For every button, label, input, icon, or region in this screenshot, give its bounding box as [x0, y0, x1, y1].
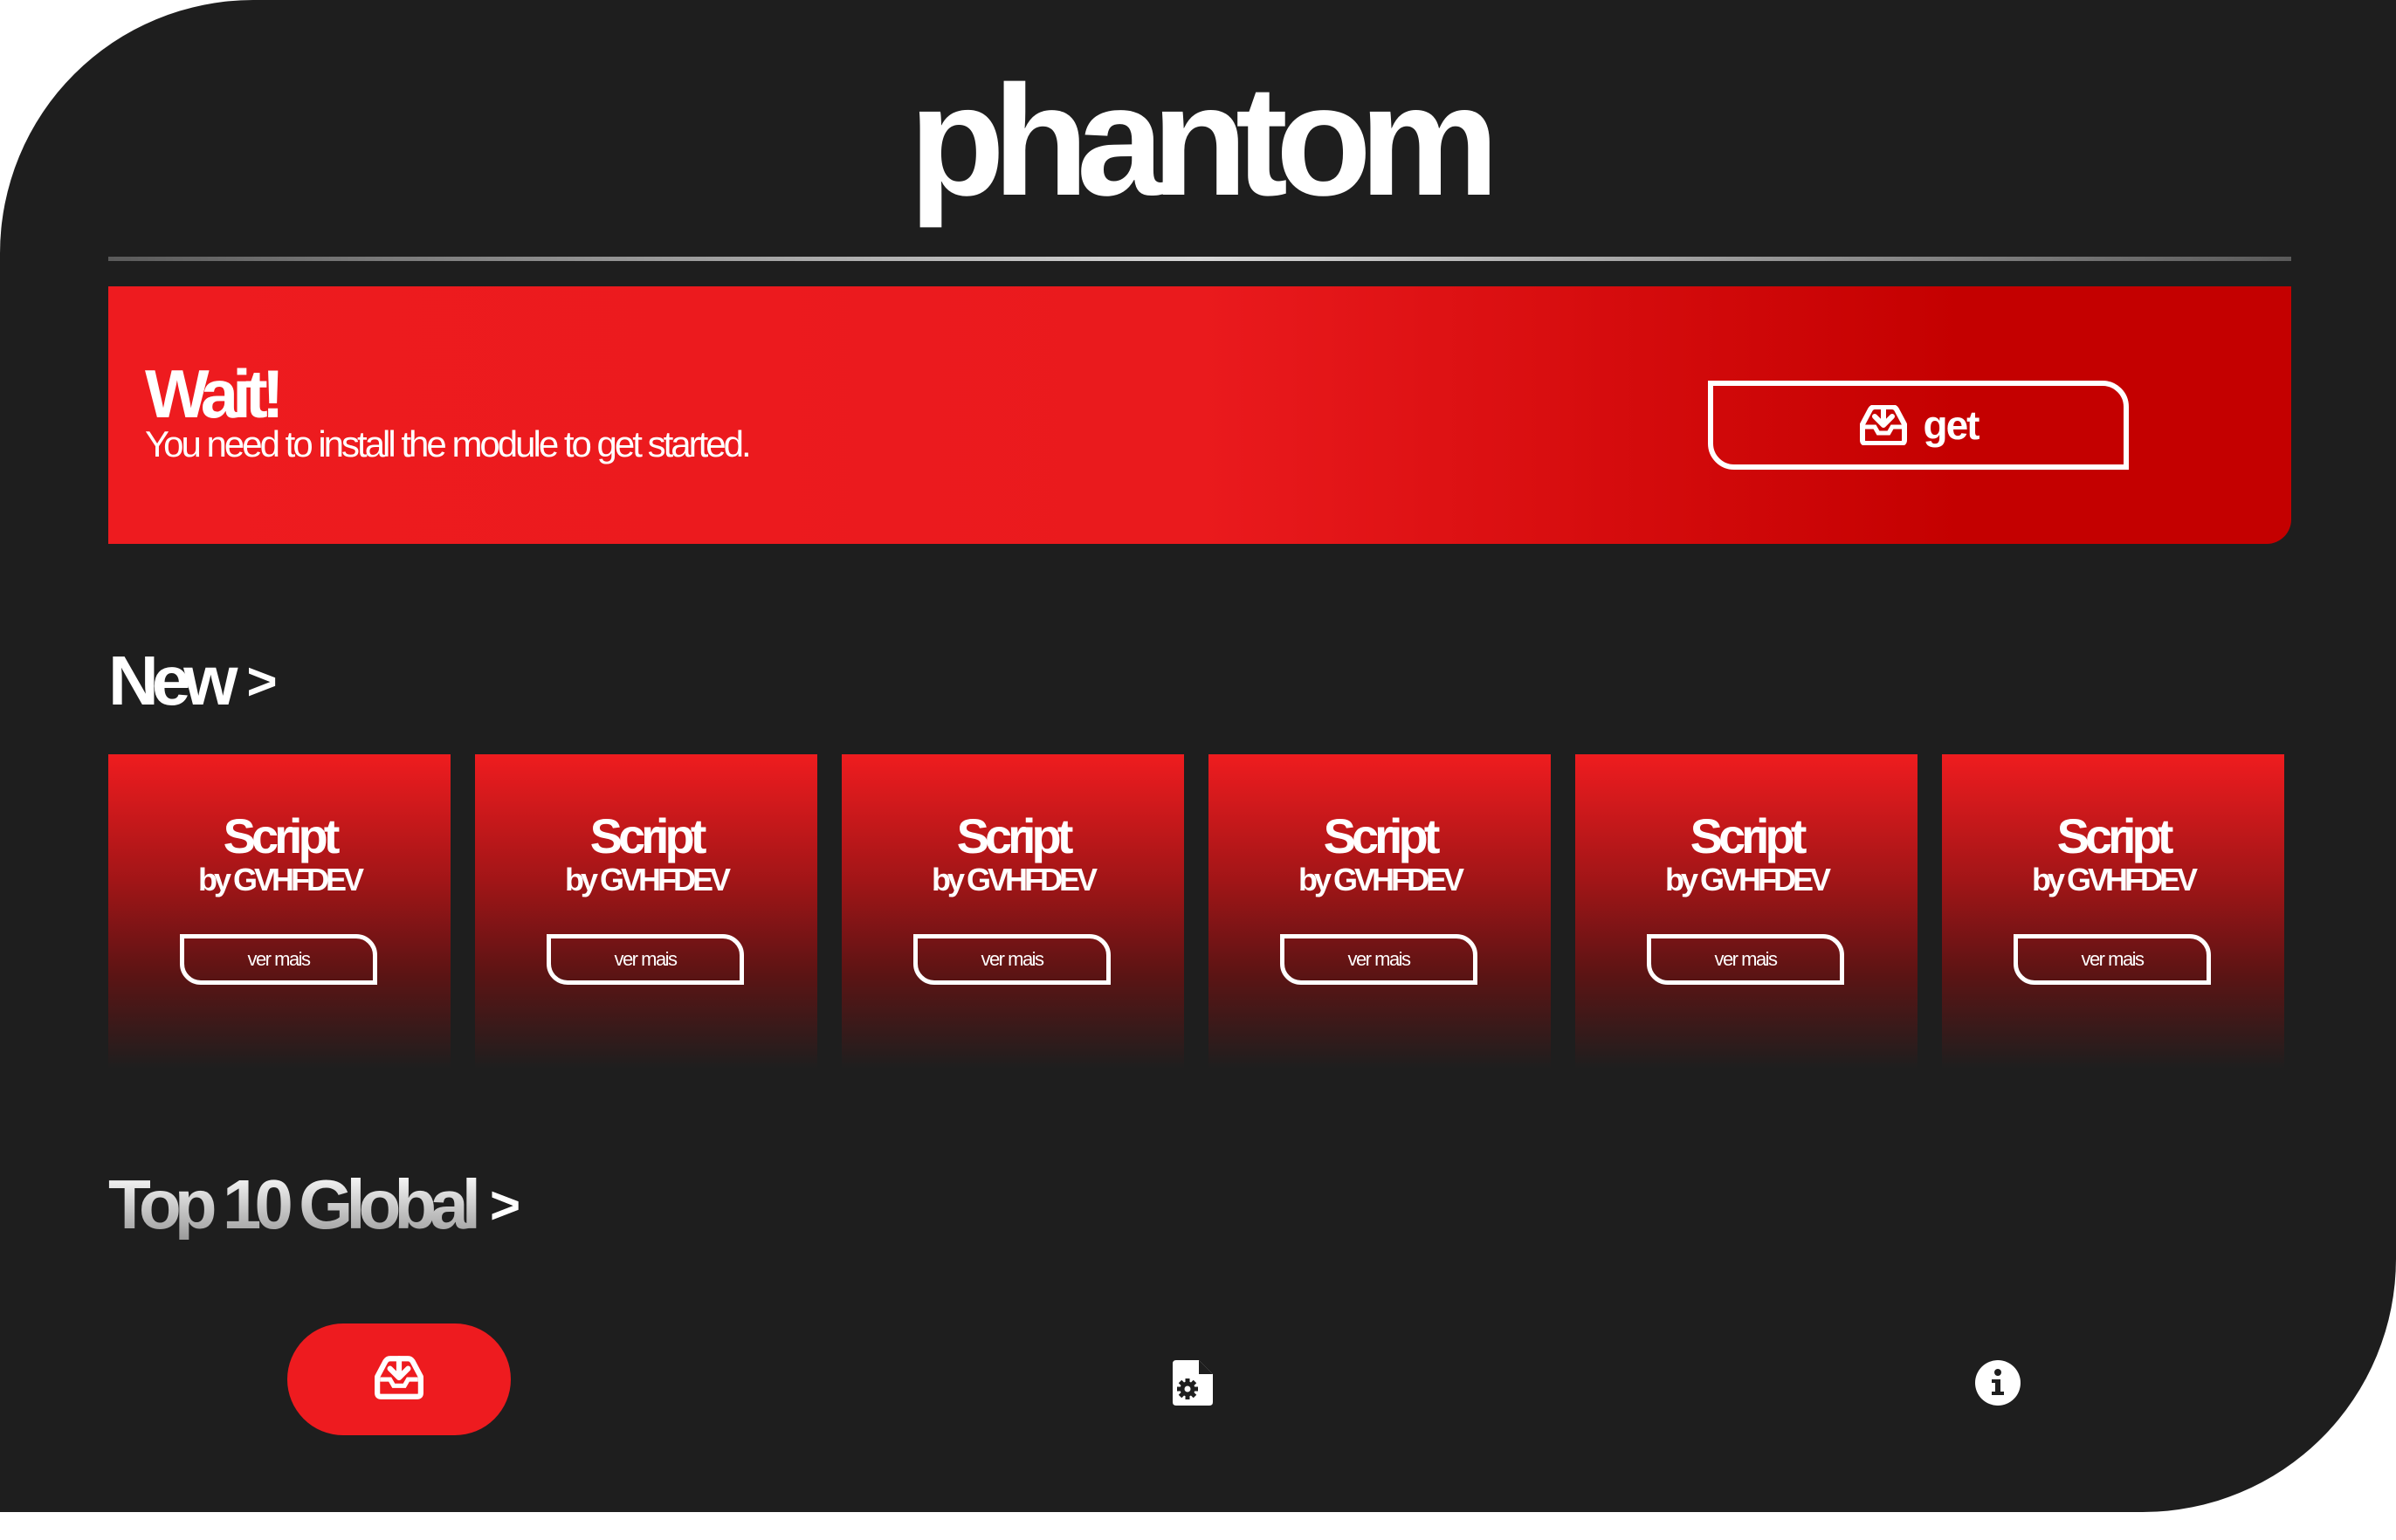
- card-title: Script: [2056, 808, 2174, 863]
- info-circle-icon: [1975, 1359, 2021, 1410]
- section-new-label: New: [108, 642, 238, 719]
- new-scripts-list: Script by GVHFDEV ver mais Script by GVH…: [108, 754, 2288, 1069]
- ver-mais-button[interactable]: ver mais: [2014, 934, 2211, 985]
- card-author: by GVHFDEV: [1298, 862, 1464, 897]
- chevron-right-icon: >: [490, 1176, 521, 1234]
- section-new-title[interactable]: New >: [108, 646, 278, 716]
- section-top-title[interactable]: Top 10 Global >: [108, 1170, 520, 1240]
- get-button-label: get: [1923, 402, 1980, 448]
- script-card[interactable]: Script by GVHFDEV ver mais: [1575, 754, 1917, 1069]
- get-button[interactable]: get: [1708, 381, 2129, 470]
- banner-message: You need to install the module to get st…: [145, 423, 752, 464]
- card-author: by GVHFDEV: [564, 862, 731, 897]
- chevron-right-icon: >: [246, 652, 278, 711]
- card-title: Script: [1690, 808, 1807, 863]
- card-author: by GVHFDEV: [2031, 862, 2198, 897]
- card-title: Script: [223, 808, 341, 863]
- nav-scripts-button[interactable]: [1170, 1358, 1215, 1411]
- script-card[interactable]: Script by GVHFDEV ver mais: [108, 754, 451, 1069]
- ver-mais-button[interactable]: ver mais: [1280, 934, 1477, 985]
- card-author: by GVHFDEV: [197, 862, 364, 897]
- card-title: Script: [1323, 808, 1441, 863]
- ver-mais-button[interactable]: ver mais: [913, 934, 1111, 985]
- script-card[interactable]: Script by GVHFDEV ver mais: [842, 754, 1184, 1069]
- ver-mais-button[interactable]: ver mais: [547, 934, 744, 985]
- inbox-download-icon: [1859, 405, 1908, 445]
- install-banner: Wait! You need to install the module to …: [108, 286, 2291, 544]
- app-logo: phantom: [909, 53, 1499, 229]
- app-window: phantom Wait! You need to install the mo…: [0, 0, 2396, 1512]
- ver-mais-button[interactable]: ver mais: [1647, 934, 1844, 985]
- card-title: Script: [956, 808, 1074, 863]
- ver-mais-button[interactable]: ver mais: [180, 934, 377, 985]
- nav-download-button[interactable]: [287, 1323, 511, 1435]
- inbox-download-icon: [374, 1355, 424, 1404]
- script-card[interactable]: Script by GVHFDEV ver mais: [475, 754, 817, 1069]
- header-divider: [108, 257, 2291, 261]
- banner-title: Wait!: [145, 355, 285, 432]
- card-author: by GVHFDEV: [1664, 862, 1831, 897]
- card-author: by GVHFDEV: [931, 862, 1098, 897]
- section-top-label: Top 10 Global: [108, 1165, 475, 1243]
- nav-info-button[interactable]: [1972, 1359, 2024, 1410]
- script-card[interactable]: Script by GVHFDEV ver mais: [1208, 754, 1551, 1069]
- script-card[interactable]: Script by GVHFDEV ver mais: [1942, 754, 2284, 1069]
- card-title: Script: [589, 808, 707, 863]
- file-gear-icon: [1173, 1359, 1213, 1410]
